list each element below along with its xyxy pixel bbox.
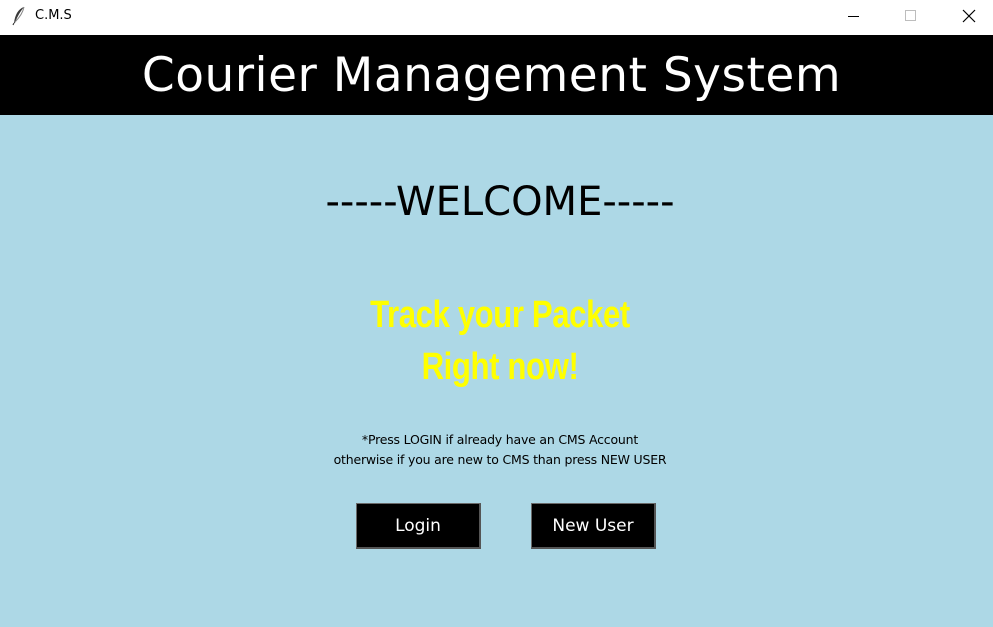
maximize-button[interactable]: [882, 0, 940, 32]
hint-line-1: *Press LOGIN if already have an CMS Acco…: [361, 432, 639, 447]
header-banner: Courier Management System: [0, 35, 993, 115]
close-icon: [962, 9, 976, 23]
hint-line-2: otherwise if you are new to CMS than pre…: [333, 452, 667, 467]
window-titlebar: C.M.S: [0, 0, 993, 34]
minimize-button[interactable]: [825, 0, 883, 32]
feather-icon: [12, 6, 26, 26]
login-button[interactable]: Login: [356, 503, 481, 549]
close-button[interactable]: [940, 0, 993, 32]
maximize-icon: [905, 10, 917, 22]
main-panel: -----WELCOME----- Track your Packet Righ…: [0, 115, 993, 627]
tagline-line-2: Right now!: [421, 346, 579, 388]
tagline-line-1: Track your Packet: [370, 294, 630, 336]
window-title: C.M.S: [35, 8, 72, 23]
minimize-icon: [848, 10, 860, 22]
new-user-button[interactable]: New User: [531, 503, 656, 549]
welcome-heading: -----WELCOME-----: [325, 179, 675, 225]
app-title: Courier Management System: [141, 47, 842, 103]
